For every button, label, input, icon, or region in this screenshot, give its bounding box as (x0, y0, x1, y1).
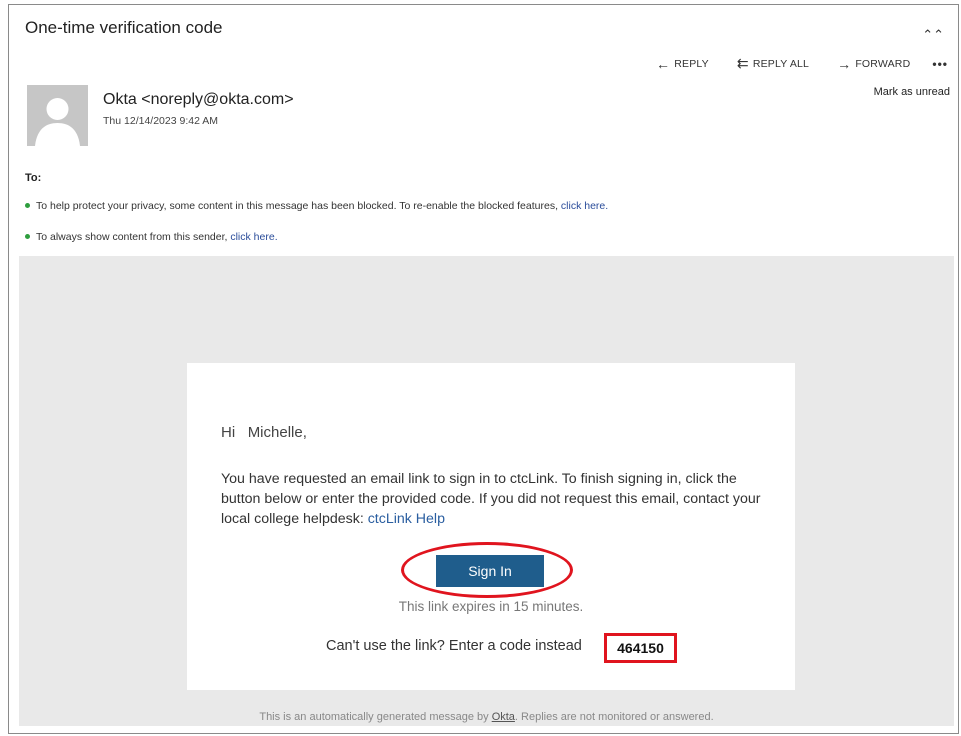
privacy-notice-text: To help protect your privacy, some conte… (36, 200, 561, 212)
code-prompt: Can't use the link? Enter a code instead (326, 638, 582, 654)
sent-date: Thu 12/14/2023 9:42 AM (103, 115, 219, 127)
more-actions-button[interactable]: ••• (932, 57, 948, 71)
privacy-notice: To help protect your privacy, some conte… (25, 200, 608, 212)
email-actions-toolbar: ← REPLY ⇇ REPLY ALL → FORWARD ••• (628, 55, 948, 72)
footer-text-post: . Replies are not monitored or answered. (514, 711, 714, 723)
auto-generated-footer: This is an automatically generated messa… (19, 711, 954, 723)
email-body-background: Hi Michelle, You have requested an email… (19, 256, 954, 726)
reply-all-button[interactable]: ⇇ REPLY ALL (737, 55, 809, 72)
always-show-notice: To always show content from this sender,… (25, 231, 278, 243)
sender-avatar (27, 85, 88, 146)
greeting-hi: Hi (221, 424, 236, 441)
always-show-click-here-link[interactable]: click here. (230, 231, 277, 243)
sender-name[interactable]: Okta <noreply@okta.com> (103, 91, 294, 109)
email-subject: One-time verification code (25, 18, 223, 37)
to-label: To: (25, 172, 42, 184)
forward-button[interactable]: → FORWARD (837, 56, 910, 72)
double-chevron-up-icon[interactable]: ⌃⌃ (922, 27, 944, 43)
footer-okta-link[interactable]: Okta (492, 711, 515, 723)
always-show-text: To always show content from this sender, (36, 231, 231, 243)
bullet-icon (25, 202, 30, 208)
message-card: Hi Michelle, You have requested an email… (187, 363, 795, 690)
reply-label: REPLY (674, 57, 709, 70)
bullet-icon (25, 233, 30, 239)
message-text: You have requested an email link to sign… (221, 469, 771, 529)
greeting-name: Michelle, (247, 424, 307, 441)
person-icon (27, 85, 88, 146)
greeting: Hi Michelle, (221, 424, 307, 441)
email-reading-pane: One-time verification code ⌃⌃ ← REPLY ⇇ … (8, 4, 959, 734)
privacy-click-here-link[interactable]: click here. (561, 200, 608, 212)
message-body: You have requested an email link to sign… (221, 471, 761, 527)
reply-button[interactable]: ← REPLY (656, 56, 709, 72)
verification-code: 464150 (604, 633, 677, 663)
link-expiry-note: This link expires in 15 minutes. (398, 599, 584, 614)
sign-in-button[interactable]: Sign In (436, 555, 544, 587)
reply-arrow-icon: ← (656, 55, 671, 72)
reply-all-arrow-icon: ⇇ (736, 55, 749, 71)
forward-label: FORWARD (855, 57, 911, 70)
forward-arrow-icon: → (837, 55, 852, 72)
mark-as-unread-link[interactable]: Mark as unread (874, 86, 950, 98)
footer-text-pre: This is an automatically generated messa… (259, 711, 492, 723)
reply-all-label: REPLY ALL (752, 57, 810, 70)
ctclink-help-link[interactable]: ctcLink Help (368, 511, 445, 527)
